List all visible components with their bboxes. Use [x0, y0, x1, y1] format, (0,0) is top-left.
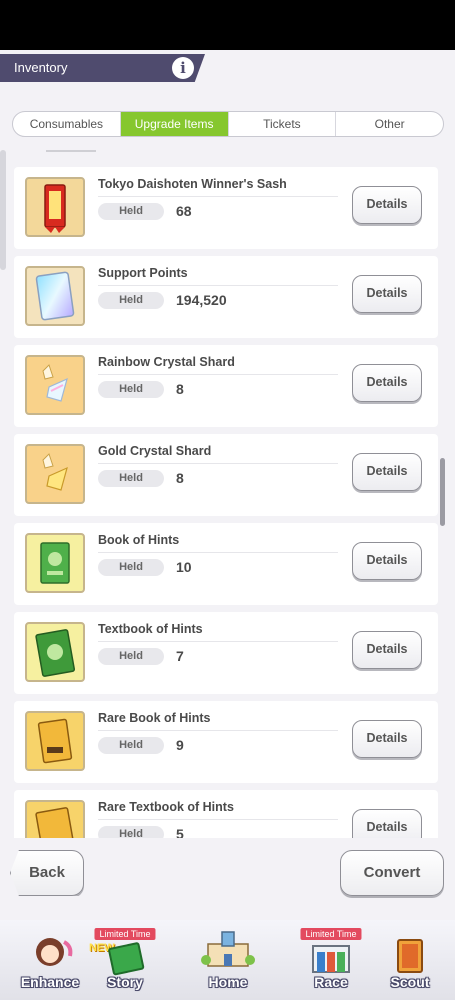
scout-card-icon: [397, 939, 423, 973]
back-button[interactable]: Back: [10, 850, 84, 896]
rare-book-icon: [25, 711, 85, 771]
tab-other[interactable]: Other: [336, 112, 443, 136]
nav-home[interactable]: Home: [178, 920, 278, 1000]
nav-label: Home: [208, 974, 248, 990]
page-title: Inventory: [14, 60, 68, 75]
tab-upgrade-items[interactable]: Upgrade Items: [120, 112, 229, 136]
nav-label: Story: [107, 974, 143, 990]
item-name: Support Points: [98, 266, 188, 280]
name-underline: [98, 730, 338, 731]
support-points-card-icon: [25, 266, 85, 326]
nav-label: Enhance: [20, 974, 80, 990]
held-label: Held: [98, 826, 164, 838]
name-underline: [98, 374, 338, 375]
held-label: Held: [98, 292, 164, 309]
sash-icon: [25, 177, 85, 237]
horse-girl-icon: [36, 938, 73, 966]
nav-label: Race: [314, 974, 348, 990]
left-scroll-indicator: [0, 150, 6, 270]
convert-button[interactable]: Convert: [340, 850, 444, 896]
list-scrollbar[interactable]: [440, 458, 445, 526]
inventory-header: Inventory i: [0, 54, 205, 82]
details-button[interactable]: Details: [352, 453, 422, 491]
story-book-icon: [108, 942, 145, 976]
item-name: Rare Book of Hints: [98, 711, 211, 725]
item-name: Gold Crystal Shard: [98, 444, 212, 458]
nav-scout[interactable]: Scout: [370, 920, 450, 1000]
tab-consumables[interactable]: Consumables: [13, 112, 121, 136]
list-top-divider: [46, 150, 96, 152]
name-underline: [98, 641, 338, 642]
held-count: 68: [176, 203, 192, 219]
gold-crystal-icon: [25, 444, 85, 504]
held-count: 8: [176, 381, 184, 397]
list-item: Rainbow Crystal Shard Held 8 Details: [14, 345, 438, 427]
held-label: Held: [98, 559, 164, 576]
race-gate-icon: [312, 945, 350, 973]
bottom-nav: Enhance Limited Time NEW Story Home Limi…: [0, 920, 455, 1000]
rainbow-crystal-icon: [25, 355, 85, 415]
tab-tickets[interactable]: Tickets: [229, 112, 337, 136]
nav-label: Scout: [390, 974, 430, 990]
list-item: Rare Book of Hints Held 9 Details: [14, 701, 438, 783]
info-icon[interactable]: i: [172, 57, 194, 79]
held-label: Held: [98, 381, 164, 398]
list-item: Textbook of Hints Held 7 Details: [14, 612, 438, 694]
list-item: Gold Crystal Shard Held 8 Details: [14, 434, 438, 516]
nav-story[interactable]: Limited Time NEW Story: [85, 920, 165, 1000]
item-list[interactable]: Tokyo Daishoten Winner's Sash Held 68 De…: [14, 150, 438, 838]
held-label: Held: [98, 203, 164, 220]
details-button[interactable]: Details: [352, 809, 422, 838]
school-building-icon: [201, 931, 255, 967]
rare-textbook-icon: [25, 800, 85, 838]
held-count: 7: [176, 648, 184, 664]
list-item: Tokyo Daishoten Winner's Sash Held 68 De…: [14, 167, 438, 249]
item-name: Book of Hints: [98, 533, 180, 547]
list-item: Support Points Held 194,520 Details: [14, 256, 438, 338]
held-label: Held: [98, 648, 164, 665]
item-name: Textbook of Hints: [98, 622, 203, 636]
name-underline: [98, 552, 338, 553]
green-textbook-icon: [25, 622, 85, 682]
details-button[interactable]: Details: [352, 720, 422, 758]
item-name: Tokyo Daishoten Winner's Sash: [98, 177, 287, 191]
nav-enhance[interactable]: Enhance: [10, 920, 90, 1000]
nav-race[interactable]: Limited Time Race: [290, 920, 372, 1000]
item-name: Rainbow Crystal Shard: [98, 355, 235, 369]
green-book-icon: [25, 533, 85, 593]
details-button[interactable]: Details: [352, 186, 422, 224]
list-item: Book of Hints Held 10 Details: [14, 523, 438, 605]
held-count: 9: [176, 737, 184, 753]
name-underline: [98, 819, 338, 820]
held-count: 8: [176, 470, 184, 486]
list-item: Rare Textbook of Hints Held 5 Details: [14, 790, 438, 838]
details-button[interactable]: Details: [352, 542, 422, 580]
top-black-bar: [0, 0, 455, 50]
name-underline: [98, 285, 338, 286]
held-label: Held: [98, 470, 164, 487]
name-underline: [98, 463, 338, 464]
held-count: 5: [176, 826, 184, 838]
details-button[interactable]: Details: [352, 364, 422, 402]
held-count: 194,520: [176, 292, 227, 308]
held-label: Held: [98, 737, 164, 754]
item-name: Rare Textbook of Hints: [98, 800, 234, 814]
details-button[interactable]: Details: [352, 275, 422, 313]
name-underline: [98, 196, 338, 197]
held-count: 10: [176, 559, 192, 575]
details-button[interactable]: Details: [352, 631, 422, 669]
category-tabs: Consumables Upgrade Items Tickets Other: [12, 111, 444, 137]
